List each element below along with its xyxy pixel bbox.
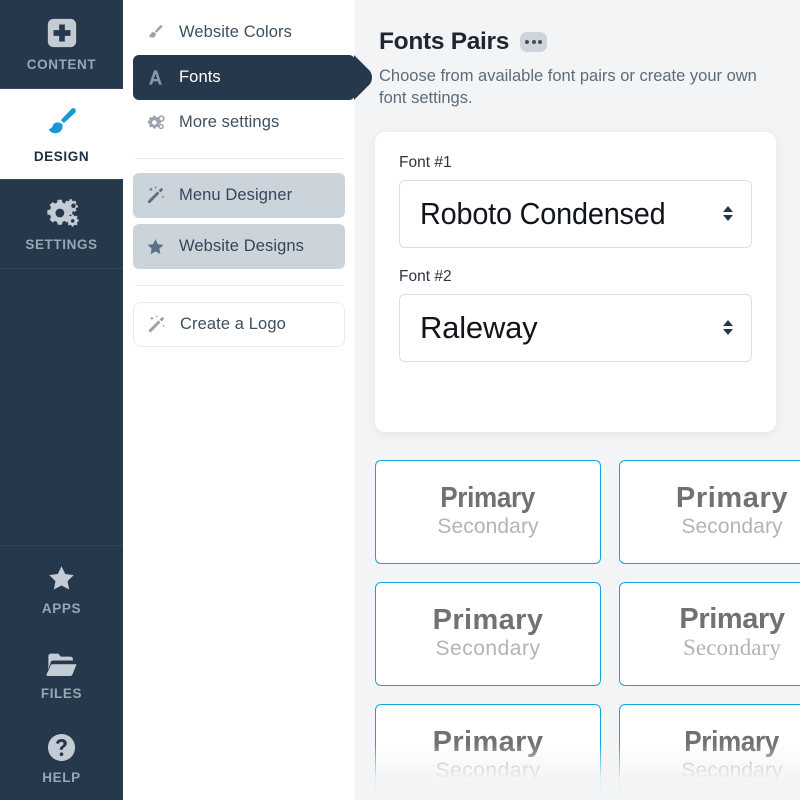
letter-a-icon (144, 68, 166, 87)
sidebar-item-files-label: FILES (40, 686, 83, 701)
font2-value: Raleway (420, 309, 538, 345)
dot (525, 40, 530, 44)
font-pair-card[interactable]: Primary Secondary (619, 459, 800, 564)
nav-item-menu-designer[interactable]: Menu Designer (133, 173, 345, 218)
dot (538, 40, 543, 44)
star-icon (45, 563, 78, 594)
nav-item-website-designs-label: Website Designs (179, 237, 305, 255)
nav-group-tools: Menu Designer Website Designs (123, 173, 355, 269)
sidebar-item-settings[interactable]: SETTINGS (0, 180, 123, 268)
font-pair-secondary: Secondary (435, 758, 541, 782)
font-pair-primary: Primary (440, 482, 536, 515)
font-pair-secondary: Secondary (683, 635, 781, 661)
sidebar-item-apps[interactable]: APPS (0, 546, 123, 632)
font-pair-secondary: Secondary (681, 758, 783, 782)
sidebar-item-design[interactable]: DESIGN (0, 89, 123, 179)
primary-sidebar-top: CONTENT DESIGN SETTINGS (0, 0, 123, 269)
font2-label: Font #2 (399, 267, 452, 285)
more-options-icon[interactable] (520, 32, 548, 52)
plus-square-icon (45, 16, 79, 50)
sidebar-item-help-label: HELP (42, 770, 81, 785)
dot (531, 40, 536, 44)
font-pair-card[interactable]: Primary Secondary (619, 581, 800, 686)
app-root: CONTENT DESIGN SETTINGS APPS FILES HELP … (0, 0, 800, 800)
main-header: Fonts Pairs Choose from available font p… (355, 0, 800, 110)
font-pair-primary: Primary (679, 602, 785, 635)
paintbrush-small-icon (144, 23, 166, 42)
font1-value: Roboto Condensed (420, 195, 666, 231)
font-pair-secondary: Secondary (681, 514, 783, 538)
font-pair-card[interactable]: Primary Secondary (619, 703, 800, 800)
nav-item-website-colors[interactable]: Website Colors (133, 10, 345, 55)
font-pairs-grid: Primary Secondary Primary Secondary Prim… (375, 459, 800, 800)
nav-item-more-settings-label: More settings (179, 113, 280, 131)
active-pointer-icon (354, 55, 376, 100)
main-content: Fonts Pairs Choose from available font p… (355, 0, 800, 800)
gears-icon (42, 196, 82, 230)
sidebar-item-design-label: DESIGN (33, 149, 90, 164)
sidebar-item-help[interactable]: HELP (0, 718, 123, 796)
paintbrush-icon (43, 104, 81, 142)
font1-label: Font #1 (399, 153, 452, 171)
nav-group-design: Website Colors Fonts More settings (123, 10, 372, 145)
font-pair-primary: Primary (684, 726, 780, 759)
nav-item-fonts-label: Fonts (179, 68, 221, 86)
font-pair-card[interactable]: Primary Secondary (375, 581, 601, 686)
font-pair-secondary: Secondary (435, 636, 541, 660)
magic-wand-icon (145, 314, 167, 335)
chevron-up-icon (723, 206, 733, 213)
page-subtitle: Choose from available font pairs or crea… (379, 67, 757, 108)
sidebar-item-apps-label: APPS (41, 600, 82, 616)
nav-item-more-settings[interactable]: More settings (133, 100, 345, 145)
font-pair-secondary: Secondary (437, 514, 539, 538)
star-icon (144, 237, 166, 257)
primary-sidebar-bottom: APPS FILES HELP (0, 545, 123, 800)
nav-group-logo: Create a Logo (123, 302, 355, 347)
panel-divider-two (135, 285, 343, 286)
chevron-down-icon (723, 215, 733, 222)
updown-arrows-icon (723, 206, 733, 222)
nav-item-create-a-logo[interactable]: Create a Logo (133, 302, 345, 347)
title-row: Fonts Pairs (379, 28, 776, 56)
sidebar-item-files[interactable]: FILES (0, 632, 123, 718)
font-pair-primary: Primary (432, 604, 544, 637)
nav-item-fonts[interactable]: Fonts (133, 55, 372, 100)
secondary-nav-panel: Website Colors Fonts More settings Menu … (123, 0, 372, 800)
folder-open-icon (45, 649, 79, 679)
nav-item-menu-designer-label: Menu Designer (179, 186, 293, 204)
sidebar-item-content-label: CONTENT (26, 57, 97, 72)
font-pair-card[interactable]: Primary Secondary (375, 459, 601, 564)
nav-item-website-colors-label: Website Colors (179, 23, 292, 41)
panel-divider-one (135, 158, 343, 159)
font1-select[interactable]: Roboto Condensed (399, 179, 752, 248)
font-settings-card: Font #1 Roboto Condensed Font #2 Raleway (375, 131, 776, 432)
chevron-up-icon (723, 320, 733, 327)
primary-sidebar: CONTENT DESIGN SETTINGS APPS FILES HELP (0, 0, 123, 800)
nav-item-create-a-logo-label: Create a Logo (180, 315, 286, 333)
chevron-down-icon (723, 329, 733, 336)
font-pair-primary: Primary (432, 726, 544, 759)
question-circle-icon (46, 732, 77, 763)
font2-select[interactable]: Raleway (399, 293, 752, 362)
rail-spacer (0, 269, 123, 545)
font-pair-card[interactable]: Primary Secondary (375, 703, 601, 800)
gears-small-icon (144, 113, 166, 132)
sidebar-item-content[interactable]: CONTENT (0, 0, 123, 88)
magic-wand-icon (144, 185, 166, 206)
page-title: Fonts Pairs (379, 28, 510, 55)
sidebar-item-settings-label: SETTINGS (25, 237, 98, 252)
nav-item-website-designs[interactable]: Website Designs (133, 224, 345, 269)
font-pair-primary: Primary (675, 482, 789, 515)
updown-arrows-icon (723, 320, 733, 336)
